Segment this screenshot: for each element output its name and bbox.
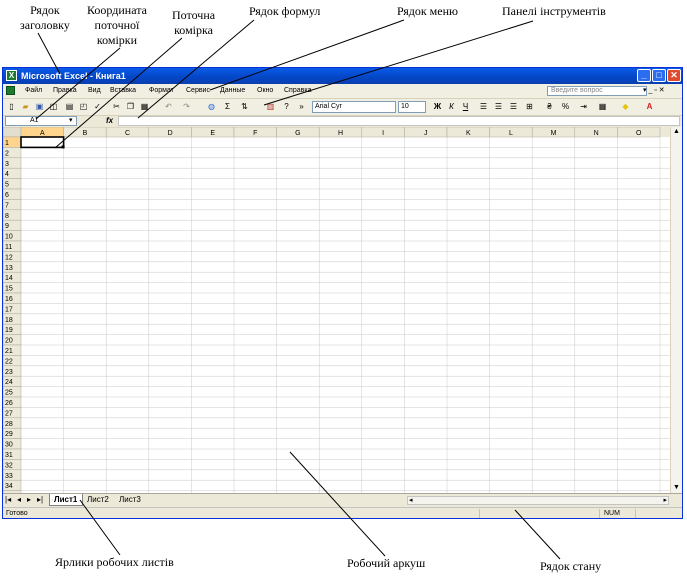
pointer-title-row [37,32,61,75]
pointer-worksheet [289,451,386,557]
pointer-formula-bar [137,19,255,119]
pointer-current-cell [54,37,183,149]
annotation-pointers [35,19,561,560]
pointer-menu-bar [209,19,405,91]
pointer-status-bar [514,509,561,560]
pointer-sheet-tabs [79,499,121,556]
pointer-cell-coordinate [35,47,121,120]
pointer-toolbars [263,20,534,106]
